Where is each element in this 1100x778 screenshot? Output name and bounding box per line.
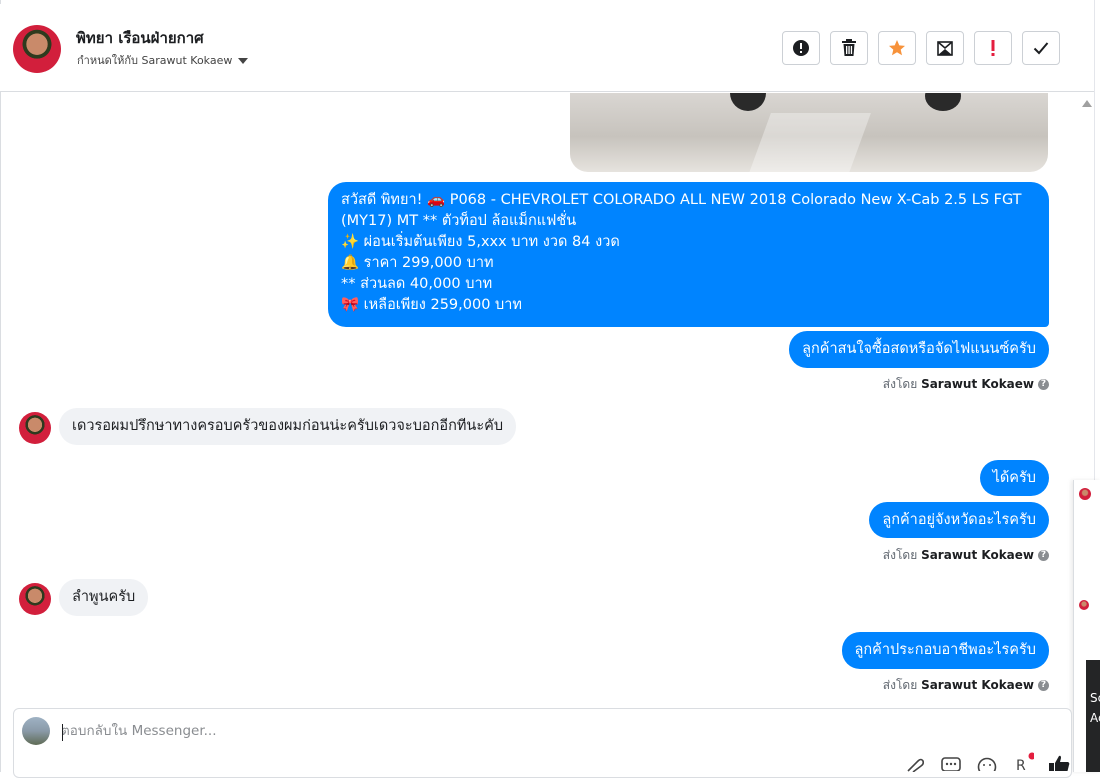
sent-by-label: ส่งโดย Sarawut Kokaew? xyxy=(883,375,1049,394)
incoming-message: เดวรอผมปรึกษาทางครอบครัวของผมก่อนน่ะครับ… xyxy=(59,408,517,445)
exclamation-icon xyxy=(991,40,995,56)
contact-avatar-small xyxy=(19,412,51,444)
checkmark-icon xyxy=(1033,42,1049,55)
saved-reply-icon[interactable] xyxy=(941,757,961,771)
sent-by-prefix: ส่งโดย xyxy=(882,678,918,692)
alert-button[interactable] xyxy=(782,31,820,65)
offer-line: 🎀 เหลือเพียง 259,000 บาท xyxy=(341,297,522,313)
sent-by-label: ส่งโดย Sarawut Kokaew? xyxy=(883,546,1049,565)
star-icon xyxy=(889,40,905,56)
scroll-up-arrow-icon[interactable] xyxy=(1082,100,1092,107)
chat-head-avatar[interactable] xyxy=(1079,600,1089,610)
sent-by-label: ส่งโดย Sarawut Kokaew? xyxy=(883,676,1049,695)
offer-line: ** ส่วนลด 40,000 บาท xyxy=(341,276,493,292)
offer-line: (MY17) MT ** ตัวท็อป ล้อแม็กแฟชั่น xyxy=(341,213,577,229)
chat-head-avatar[interactable] xyxy=(1079,488,1091,500)
text-caret xyxy=(62,724,63,741)
outgoing-message: ลูกค้าประกอบอาชีพอะไรครับ xyxy=(841,632,1049,669)
outgoing-message: ลูกค้าสนใจซื้อสดหรือจัดไฟแนนซ์ครับ xyxy=(789,331,1049,368)
sent-by-name: Sarawut Kokaew xyxy=(921,678,1034,692)
chat-heads-panel[interactable]: Sc Ac xyxy=(1073,480,1100,772)
notification-text: Ac xyxy=(1090,711,1100,725)
outgoing-message: ลูกค้าอยู่จังหวัดอะไรครับ xyxy=(869,502,1049,538)
like-icon[interactable] xyxy=(1048,755,1070,771)
notification-popup[interactable]: Sc Ac xyxy=(1086,660,1100,772)
outgoing-message-car-offer: สวัสดี พิทยา! 🚗 P068 - CHEVROLET COLORAD… xyxy=(328,182,1049,327)
payment-icon[interactable]: R xyxy=(1014,751,1034,771)
spam-button[interactable] xyxy=(974,31,1012,65)
sent-by-name: Sarawut Kokaew xyxy=(921,377,1034,391)
offer-line: สวัสดี พิทยา! 🚗 P068 - CHEVROLET COLORAD… xyxy=(341,192,1022,208)
assignee-dropdown[interactable]: กำหนดให้กับ Sarawut Kokaew xyxy=(77,51,249,69)
sent-by-name: Sarawut Kokaew xyxy=(921,548,1034,562)
star-button[interactable] xyxy=(878,31,916,65)
mark-unread-button[interactable] xyxy=(926,31,964,65)
contact-avatar[interactable] xyxy=(13,25,61,73)
offer-line: 🔔 ราคา 299,000 บาท xyxy=(341,255,494,271)
car-photo-attachment[interactable] xyxy=(570,93,1048,172)
trash-icon xyxy=(842,39,856,56)
caret-down-icon xyxy=(238,58,249,64)
emoji-icon[interactable] xyxy=(977,757,997,771)
assignee-label: กำหนดให้กับ Sarawut Kokaew xyxy=(77,54,233,67)
message-list[interactable]: สวัสดี พิทยา! 🚗 P068 - CHEVROLET COLORAD… xyxy=(0,93,1072,705)
reply-input[interactable] xyxy=(61,723,761,739)
outgoing-message: ได้ครับ xyxy=(979,460,1049,496)
sent-by-prefix: ส่งโดย xyxy=(882,377,918,391)
help-icon[interactable]: ? xyxy=(1038,680,1049,691)
sent-by-prefix: ส่งโดย xyxy=(882,548,918,562)
notification-text: Sc xyxy=(1090,691,1100,705)
contact-name[interactable]: พิทยา เรือนฝ่ายกาศ xyxy=(76,26,204,50)
page-avatar xyxy=(22,717,50,745)
contact-avatar-small xyxy=(19,583,51,615)
help-icon[interactable]: ? xyxy=(1038,550,1049,561)
attachment-icon[interactable] xyxy=(904,758,924,772)
done-button[interactable] xyxy=(1022,31,1060,65)
reply-composer: R xyxy=(13,708,1072,778)
mail-icon xyxy=(937,41,953,56)
alert-circle-icon xyxy=(793,40,809,56)
incoming-message: ลำพูนครับ xyxy=(59,579,149,616)
svg-text:R: R xyxy=(1016,758,1026,771)
conversation-header: พิทยา เรือนฝ่ายกาศ กำหนดให้กับ Sarawut K… xyxy=(0,4,1094,92)
offer-line: ✨ ผ่อนเริ่มต้นเพียง 5,xxx บาท งวด 84 งวด xyxy=(341,234,620,250)
delete-button[interactable] xyxy=(830,31,868,65)
help-icon[interactable]: ? xyxy=(1038,379,1049,390)
